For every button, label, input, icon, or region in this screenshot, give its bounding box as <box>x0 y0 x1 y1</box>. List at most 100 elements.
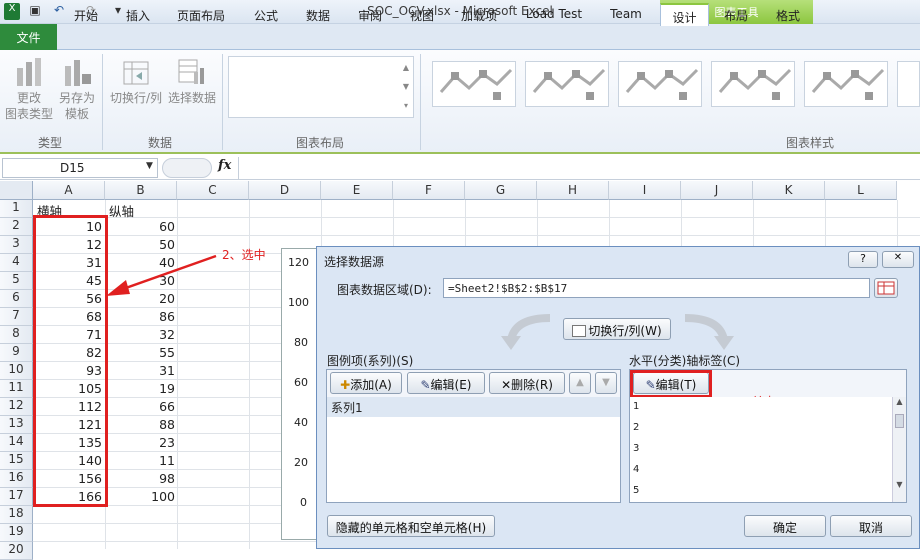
row-header-8[interactable]: 8 <box>0 326 33 344</box>
add-series-button[interactable]: ✚添加(A) <box>330 372 402 394</box>
col-header-I[interactable]: I <box>609 181 681 200</box>
cell-B13[interactable]: 88 <box>105 416 175 434</box>
row-header-20[interactable]: 20 <box>0 542 33 560</box>
save-as-template-button[interactable]: 另存为 模板 <box>55 56 99 122</box>
row-header-14[interactable]: 14 <box>0 434 33 452</box>
col-header-F[interactable]: F <box>393 181 465 200</box>
cancel-button[interactable]: 取消 <box>830 515 912 537</box>
tab-addins[interactable]: 加载项 <box>454 3 504 26</box>
change-chart-type-button[interactable]: 更改 图表类型 <box>4 56 54 122</box>
insert-function-icon[interactable]: fx <box>218 158 231 173</box>
col-header-C[interactable]: C <box>177 181 249 200</box>
cell-B1[interactable]: 纵轴 <box>109 200 175 219</box>
row-header-15[interactable]: 15 <box>0 452 33 470</box>
cell-B15[interactable]: 11 <box>105 452 175 470</box>
dialog-close-button[interactable]: ✕ <box>882 251 914 268</box>
axis-label-item[interactable]: 1 <box>633 401 639 412</box>
row-header-3[interactable]: 3 <box>0 236 33 254</box>
range-picker-icon[interactable] <box>874 278 898 298</box>
tab-formulas[interactable]: 公式 <box>246 3 286 26</box>
axis-labels-list[interactable] <box>630 397 892 502</box>
col-header-H[interactable]: H <box>537 181 609 200</box>
row-header-12[interactable]: 12 <box>0 398 33 416</box>
tab-team[interactable]: Team <box>600 3 652 26</box>
select-data-button[interactable]: 选择数据 <box>166 56 218 106</box>
switch-row-column-dialog-button[interactable]: 切换行/列(W) <box>563 318 671 340</box>
formula-bar-splitter[interactable] <box>162 158 212 178</box>
cell-B17[interactable]: 100 <box>105 488 175 506</box>
tab-review[interactable]: 审阅 <box>350 3 390 26</box>
row-header-16[interactable]: 16 <box>0 470 33 488</box>
move-up-button[interactable]: ▲ <box>569 372 591 394</box>
tab-home[interactable]: 开始 <box>66 3 106 26</box>
col-header-E[interactable]: E <box>321 181 393 200</box>
cell-B11[interactable]: 19 <box>105 380 175 398</box>
cell-B9[interactable]: 55 <box>105 344 175 362</box>
tab-format[interactable]: 格式 <box>766 3 810 26</box>
name-box[interactable]: D15 <box>2 158 158 178</box>
tab-file[interactable]: 文件 <box>0 24 57 50</box>
col-header-G[interactable]: G <box>465 181 537 200</box>
series-list-item[interactable]: 系列1 <box>327 397 620 417</box>
cell-B10[interactable]: 31 <box>105 362 175 380</box>
dialog-help-button[interactable]: ? <box>848 251 878 268</box>
axis-label-item[interactable]: 3 <box>633 443 639 454</box>
row-header-19[interactable]: 19 <box>0 524 33 542</box>
row-header-13[interactable]: 13 <box>0 416 33 434</box>
cell-B16[interactable]: 98 <box>105 470 175 488</box>
scroll-thumb[interactable] <box>895 414 904 428</box>
row-header-6[interactable]: 6 <box>0 290 33 308</box>
col-header-A[interactable]: A <box>33 181 105 200</box>
row-header-18[interactable]: 18 <box>0 506 33 524</box>
axis-label-item[interactable]: 2 <box>633 422 639 433</box>
cell-B2[interactable]: 60 <box>105 218 175 236</box>
formula-input[interactable] <box>238 157 920 179</box>
layout-gallery-scroll[interactable]: ▲ ▼ ▾ <box>400 58 412 116</box>
namebox-dropdown-icon[interactable]: ▼ <box>146 161 153 171</box>
select-all-corner[interactable] <box>0 181 33 200</box>
row-header-1[interactable]: 1 <box>0 200 33 218</box>
chart-style-2[interactable] <box>525 61 609 107</box>
row-header-5[interactable]: 5 <box>0 272 33 290</box>
tab-page-layout[interactable]: 页面布局 <box>170 3 232 26</box>
row-header-11[interactable]: 11 <box>0 380 33 398</box>
col-header-D[interactable]: D <box>249 181 321 200</box>
col-header-J[interactable]: J <box>681 181 753 200</box>
tab-view[interactable]: 视图 <box>402 3 442 26</box>
axis-label-item[interactable]: 4 <box>633 464 639 475</box>
chart-style-1[interactable] <box>432 61 516 107</box>
chart-layout-gallery[interactable] <box>228 56 414 118</box>
data-range-input[interactable]: =Sheet2!$B$2:$B$17 <box>443 278 870 298</box>
axis-list-scrollbar[interactable]: ▲ ▼ <box>892 397 906 502</box>
tab-insert[interactable]: 插入 <box>118 3 158 26</box>
ok-button[interactable]: 确定 <box>744 515 826 537</box>
move-down-button[interactable]: ▼ <box>595 372 617 394</box>
tab-data[interactable]: 数据 <box>298 3 338 26</box>
chart-style-4[interactable] <box>711 61 795 107</box>
cell-B7[interactable]: 86 <box>105 308 175 326</box>
chart-style-5[interactable] <box>804 61 888 107</box>
row-header-17[interactable]: 17 <box>0 488 33 506</box>
edit-series-button[interactable]: ✎编辑(E) <box>407 372 485 394</box>
switch-row-column-button[interactable]: 切换行/列 <box>106 56 166 106</box>
hidden-empty-cells-button[interactable]: 隐藏的单元格和空单元格(H) <box>327 515 495 537</box>
row-header-9[interactable]: 9 <box>0 344 33 362</box>
row-header-10[interactable]: 10 <box>0 362 33 380</box>
cell-B14[interactable]: 23 <box>105 434 175 452</box>
chart-style-3[interactable] <box>618 61 702 107</box>
tab-design[interactable]: 设计 <box>660 3 709 26</box>
row-header-7[interactable]: 7 <box>0 308 33 326</box>
scroll-up-icon[interactable]: ▲ <box>893 397 906 406</box>
axis-label-item[interactable]: 5 <box>633 485 639 496</box>
delete-series-button[interactable]: ✕删除(R) <box>489 372 565 394</box>
row-header-2[interactable]: 2 <box>0 218 33 236</box>
cell-B8[interactable]: 32 <box>105 326 175 344</box>
col-header-K[interactable]: K <box>753 181 825 200</box>
row-header-4[interactable]: 4 <box>0 254 33 272</box>
col-header-L[interactable]: L <box>825 181 897 200</box>
chart-style-6[interactable] <box>897 61 920 107</box>
tab-load-test[interactable]: Load Test <box>518 3 590 26</box>
cell-B12[interactable]: 66 <box>105 398 175 416</box>
col-header-B[interactable]: B <box>105 181 177 200</box>
scroll-down-icon[interactable]: ▼ <box>893 480 906 489</box>
